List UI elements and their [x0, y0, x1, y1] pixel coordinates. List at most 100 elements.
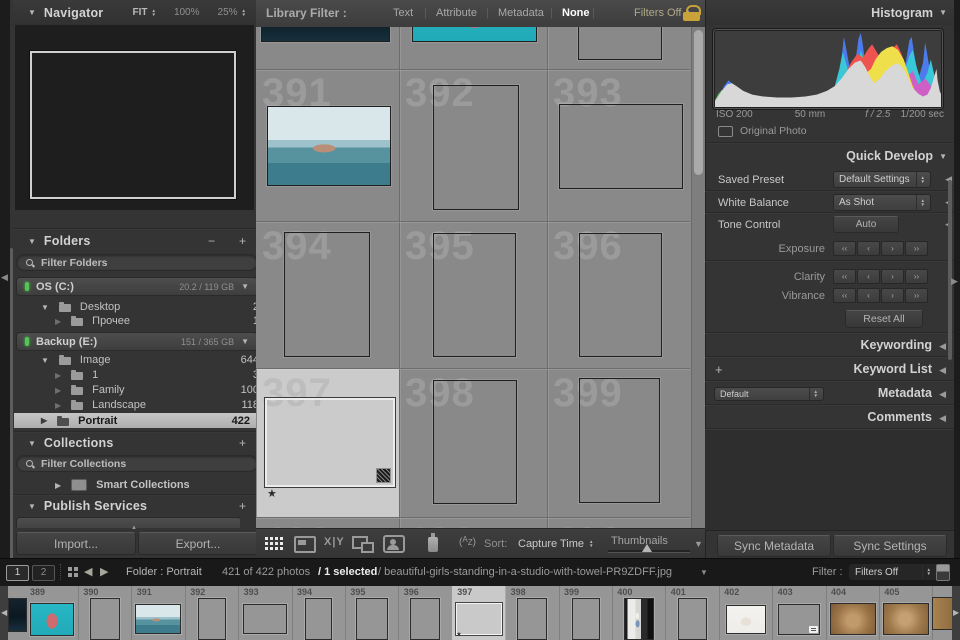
filmstrip-cell-394[interactable]: 394	[292, 586, 346, 640]
grid-thumbnail[interactable]	[559, 104, 683, 189]
grid-view-button[interactable]	[265, 537, 268, 540]
zoom-ratio-button[interactable]: 25%	[218, 7, 238, 18]
export-button[interactable]: Export...	[138, 532, 258, 555]
clarity-stepper[interactable]: ‹‹ ‹ › ››	[833, 269, 929, 284]
filter-folders-input[interactable]: Filter Folders	[16, 254, 258, 271]
grid-thumbnail-selected[interactable]	[264, 397, 396, 488]
filter-tab-metadata[interactable]: Metadata	[498, 7, 544, 19]
zoom-selector-icon[interactable]	[242, 9, 246, 17]
compare-view-button[interactable]: X|Y	[324, 536, 345, 548]
folder-row-image[interactable]: ▼ Image 644	[27, 353, 265, 367]
right-panel-scrollbar[interactable]	[948, 180, 952, 360]
loupe-view-button[interactable]	[294, 536, 316, 553]
stepper-large-minus[interactable]: ‹‹	[833, 269, 856, 284]
sync-metadata-button[interactable]: Sync Metadata	[717, 535, 831, 557]
filmstrip-cell-400[interactable]: 400	[612, 586, 667, 640]
filmstrip-cell-402[interactable]: 402	[719, 586, 774, 640]
folders-header[interactable]: ▼ Folders − +	[13, 231, 256, 251]
grid-thumbnail[interactable]	[433, 233, 516, 357]
sort-criteria-dropdown[interactable]: Capture Time	[518, 538, 594, 550]
filmstrip-cell-390[interactable]: 390	[78, 586, 133, 640]
reset-all-button[interactable]: Reset All	[845, 310, 923, 328]
filmstrip-cell-398[interactable]: 398	[506, 586, 560, 640]
histogram-plot[interactable]	[713, 29, 943, 109]
folder-row-1[interactable]: ▶ 1 3	[27, 368, 265, 382]
publish-services-header[interactable]: ▼ Publish Services +	[13, 497, 256, 515]
collections-header[interactable]: ▼ Collections +	[13, 434, 256, 452]
zoom-fit-button[interactable]: FIT	[132, 7, 147, 18]
filmstrip-partial-thumbnail[interactable]	[932, 597, 954, 630]
volume-os-c[interactable]: OS (C:) 20.2 / 119 GB ▼	[16, 277, 258, 296]
navigator-preview-image[interactable]	[29, 50, 237, 200]
filmstrip-cell-393[interactable]: 393	[239, 586, 293, 640]
filmstrip-thumbnail[interactable]	[725, 604, 766, 634]
collapse-right-panel-icon[interactable]: ▶	[951, 276, 958, 287]
expand-icon[interactable]: ▶	[55, 481, 61, 490]
expand-icon[interactable]: ▼	[41, 303, 49, 312]
stepper-plus[interactable]: ›	[881, 288, 904, 303]
add-keyword-button[interactable]: +	[715, 362, 723, 377]
zoom-100-button[interactable]: 100%	[174, 7, 200, 18]
thumbnail-size-slider-handle[interactable]	[642, 544, 652, 552]
stepper-large-minus[interactable]: ‹‹	[833, 241, 856, 256]
filter-tab-attribute[interactable]: Attribute	[436, 7, 477, 19]
navigator-header[interactable]: ▼ Navigator FIT 100% 25%	[13, 0, 256, 25]
grid-thumbnail[interactable]	[579, 378, 660, 503]
publish-service-row-clipped[interactable]	[16, 517, 240, 528]
comments-header[interactable]: Comments ◀	[705, 407, 954, 427]
sync-settings-button[interactable]: Sync Settings	[833, 535, 947, 557]
filmstrip-filter-dropdown[interactable]: Filters Off	[849, 564, 937, 580]
filmstrip-cell-397[interactable]: 397 ★	[452, 586, 507, 640]
secondary-window-1-button[interactable]: 1	[6, 565, 29, 581]
stepper-minus[interactable]: ‹	[857, 288, 880, 303]
keywording-header[interactable]: Keywording ◀	[705, 335, 954, 355]
quick-develop-header[interactable]: Quick Develop ▼	[706, 145, 955, 167]
filmstrip-thumbnail[interactable]	[355, 597, 388, 640]
secondary-window-2-button[interactable]: 2	[32, 565, 55, 581]
filmstrip-cell-403[interactable]: 403	[773, 586, 827, 640]
expand-icon[interactable]: ▶	[55, 371, 61, 380]
grid-view-shortcut-icon[interactable]	[68, 567, 72, 571]
filmstrip-thumbnail[interactable]	[517, 597, 548, 640]
stepper-large-minus[interactable]: ‹‹	[833, 288, 856, 303]
stepper-minus[interactable]: ‹	[857, 269, 880, 284]
expand-icon[interactable]: ▶	[55, 386, 61, 395]
expand-icon[interactable]: ▶	[55, 317, 61, 326]
filmstrip-thumbnail[interactable]	[829, 603, 876, 635]
filmstrip-thumbnail[interactable]	[571, 597, 600, 640]
filmstrip-thumbnail[interactable]	[243, 604, 288, 634]
white-balance-dropdown[interactable]: As Shot	[833, 194, 931, 211]
filmstrip-cell-395[interactable]: 395	[345, 586, 400, 640]
selected-filename[interactable]: / beautiful-girls-standing-in-a-studio-w…	[378, 566, 672, 578]
forward-arrow-button[interactable]: ▶	[100, 565, 108, 578]
folder-row-prochee[interactable]: ▶ Прочее 1	[27, 314, 265, 328]
painter-spray-can-button[interactable]	[428, 533, 438, 552]
grid-thumbnail[interactable]	[412, 27, 537, 42]
filmstrip-thumbnail[interactable]	[677, 597, 707, 640]
folder-row-landscape[interactable]: ▶ Landscape 118	[27, 398, 265, 412]
filmstrip-cell-396[interactable]: 396	[399, 586, 453, 640]
filmstrip-thumbnail[interactable]	[623, 597, 654, 640]
filmstrip-cell-392[interactable]: 392	[185, 586, 240, 640]
keyword-list-header[interactable]: + Keyword List ◀	[705, 359, 954, 379]
grid-thumbnail[interactable]	[433, 85, 519, 210]
filter-preset-dropdown[interactable]: Filters Off	[634, 7, 690, 19]
stepper-large-plus[interactable]: ››	[905, 269, 928, 284]
grid-thumbnail[interactable]	[578, 27, 662, 60]
filmstrip-thumbnail[interactable]	[135, 604, 182, 634]
filmstrip-thumbnail[interactable]	[455, 603, 502, 635]
filmstrip-cell-391[interactable]: 391	[132, 586, 186, 640]
filmstrip-cell-404[interactable]: 404	[826, 586, 880, 640]
sort-direction-button[interactable]: (AZ)	[459, 535, 476, 548]
exposure-stepper[interactable]: ‹‹ ‹ › ››	[833, 241, 929, 256]
filmstrip-cell-399[interactable]: 399	[559, 586, 613, 640]
grid-thumbnail[interactable]	[433, 380, 517, 504]
stepper-plus[interactable]: ›	[881, 241, 904, 256]
stepper-minus[interactable]: ‹	[857, 241, 880, 256]
filmstrip-cell-401[interactable]: 401	[666, 586, 720, 640]
toolbar-options-dropdown-icon[interactable]: ▼	[694, 539, 703, 549]
filter-tab-none-active[interactable]: None	[562, 7, 590, 19]
grid-scrollbar-track[interactable]	[691, 27, 705, 528]
filmstrip-thumbnail[interactable]	[410, 597, 441, 640]
grid-thumbnail[interactable]	[261, 27, 390, 42]
